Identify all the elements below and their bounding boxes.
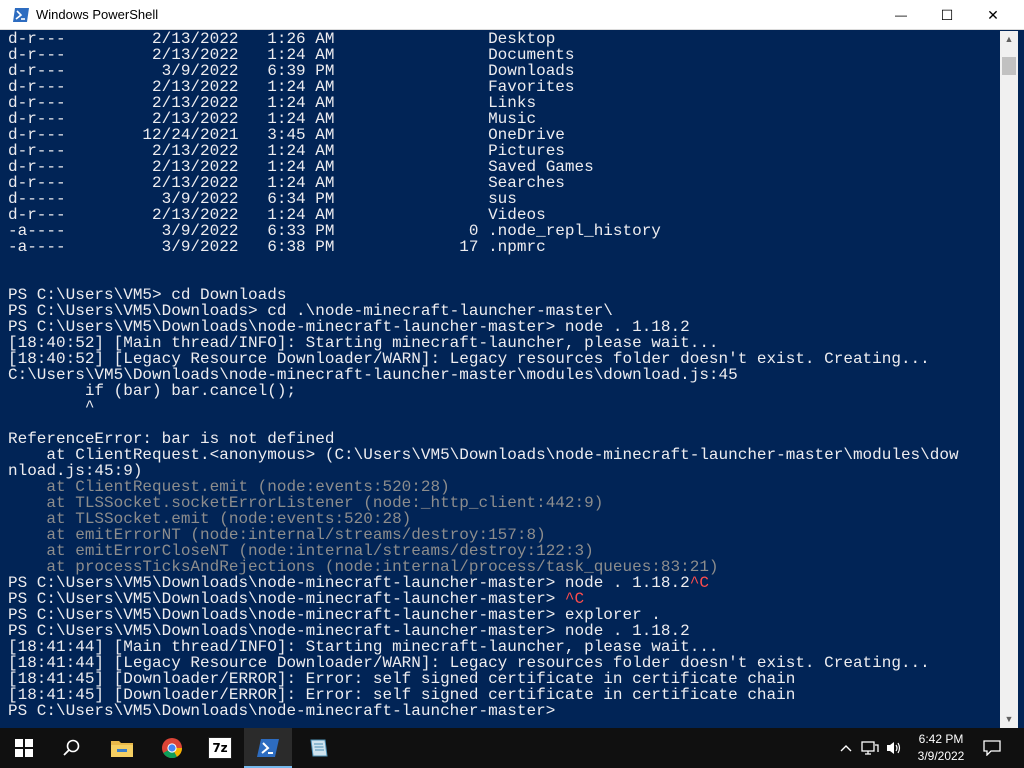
- minimize-icon: —: [895, 8, 907, 22]
- console-line: [18:40:52] [Legacy Resource Downloader/W…: [8, 351, 930, 367]
- title-bar[interactable]: Windows PowerShell — ☐ ✕: [0, 0, 1024, 30]
- console-line: d-r--- 2/13/2022 1:24 AM Saved Games: [8, 159, 594, 175]
- console-line: at ClientRequest.emit (node:events:520:2…: [8, 479, 449, 495]
- taskbar-7zip[interactable]: 7z: [196, 728, 244, 768]
- console-line: [18:41:45] [Downloader/ERROR]: Error: se…: [8, 671, 795, 687]
- console-line: d----- 3/9/2022 6:34 PM sus: [8, 191, 517, 207]
- console-output[interactable]: d-r--- 2/13/2022 1:26 AM Desktop d-r--- 2…: [0, 31, 1000, 728]
- powershell-icon: [13, 8, 29, 22]
- console-line: [18:41:44] [Legacy Resource Downloader/W…: [8, 655, 930, 671]
- console-line: d-r--- 2/13/2022 1:24 AM Documents: [8, 47, 575, 63]
- interrupt-marker: ^C: [689, 574, 709, 592]
- close-icon: ✕: [987, 6, 999, 23]
- scroll-down-arrow-icon[interactable]: ▼: [1000, 711, 1018, 727]
- console-line: PS C:\Users\VM5\Downloads\node-minecraft…: [8, 703, 555, 719]
- taskbar-file-explorer[interactable]: [98, 728, 146, 768]
- console-line: PS C:\Users\VM5\Downloads\node-minecraft…: [8, 319, 690, 335]
- console-line-text: ^: [8, 398, 95, 416]
- system-clock[interactable]: 6:42 PM 3/9/2022: [906, 731, 976, 765]
- clock-date: 3/9/2022: [917, 749, 965, 763]
- console-line: at TLSSocket.emit (node:events:520:28): [8, 511, 411, 527]
- console-line: PS C:\Users\VM5\Downloads\node-minecraft…: [8, 575, 709, 591]
- folder-icon: [111, 741, 133, 757]
- taskbar: 7z 6:42 PM 3/9/2022: [0, 728, 1024, 768]
- notepad-icon: [310, 739, 328, 757]
- taskbar-chrome[interactable]: [148, 728, 196, 768]
- console-line: d-r--- 3/9/2022 6:39 PM Downloads: [8, 63, 575, 79]
- window-title: Windows PowerShell: [36, 7, 159, 22]
- maximize-icon: ☐: [940, 6, 954, 23]
- clock-time: 6:42 PM: [918, 732, 964, 746]
- start-button[interactable]: [0, 728, 48, 768]
- console-line: -a---- 3/9/2022 6:38 PM 17 .npmrc: [8, 239, 546, 255]
- powershell-icon: [257, 739, 279, 757]
- scroll-up-arrow-icon[interactable]: ▲: [1000, 31, 1018, 47]
- console-line: [18:41:45] [Downloader/ERROR]: Error: se…: [8, 687, 795, 703]
- search-icon: [63, 739, 80, 756]
- console-line: d-r--- 2/13/2022 1:24 AM Pictures: [8, 143, 565, 159]
- console-line: [18:41:44] [Main thread/INFO]: Starting …: [8, 639, 719, 655]
- console-line: d-r--- 2/13/2022 1:24 AM Favorites: [8, 79, 575, 95]
- console-line: d-r--- 2/13/2022 1:24 AM Searches: [8, 175, 565, 191]
- console-line: PS C:\Users\VM5\Downloads\node-minecraft…: [8, 623, 690, 639]
- taskbar-powershell[interactable]: [244, 728, 292, 768]
- console-line: PS C:\Users\VM5\Downloads\node-minecraft…: [8, 607, 661, 623]
- console-line: d-r--- 2/13/2022 1:24 AM Links: [8, 95, 536, 111]
- console-line: at emitErrorCloseNT (node:internal/strea…: [8, 543, 593, 559]
- chevron-up-icon[interactable]: [836, 738, 856, 758]
- console-line: -a---- 3/9/2022 6:33 PM 0 .node_repl_his…: [8, 223, 661, 239]
- scroll-thumb[interactable]: [1002, 57, 1016, 75]
- notifications-icon[interactable]: [982, 738, 1002, 758]
- minimize-button[interactable]: —: [878, 0, 924, 30]
- console-line: C:\Users\VM5\Downloads\node-minecraft-la…: [8, 367, 738, 383]
- taskbar-notepad[interactable]: [294, 728, 342, 768]
- powershell-window: Windows PowerShell — ☐ ✕ d-r--- 2/13/202…: [0, 0, 1024, 728]
- network-icon[interactable]: [860, 738, 880, 758]
- volume-icon[interactable]: [884, 738, 904, 758]
- console-line: PS C:\Users\VM5> cd Downloads: [8, 287, 286, 303]
- console-line: if (bar) bar.cancel();: [8, 383, 296, 399]
- vertical-scrollbar[interactable]: ▲ ▼: [1000, 31, 1018, 728]
- console-line: d-r--- 2/13/2022 1:24 AM Videos: [8, 207, 546, 223]
- windows-logo-icon: [15, 739, 33, 757]
- console-line: nload.js:45:9): [8, 463, 142, 479]
- console-line: [18:40:52] [Main thread/INFO]: Starting …: [8, 335, 719, 351]
- console-line: at processTicksAndRejections (node:inter…: [8, 559, 718, 575]
- 7zip-icon: 7z: [208, 737, 232, 759]
- console-line: ^: [8, 398, 95, 416]
- console-line-text: -a---- 3/9/2022 6:38 PM 17 .npmrc: [8, 238, 546, 256]
- console-line: at ClientRequest.<anonymous> (C:\Users\V…: [8, 446, 959, 464]
- console-line: d-r--- 2/13/2022 1:26 AM Desktop: [8, 31, 555, 47]
- console-line: PS C:\Users\VM5\Downloads\node-minecraft…: [8, 591, 584, 607]
- chrome-icon: [162, 738, 183, 759]
- 7zip-label: 7z: [212, 741, 228, 755]
- console-line: at TLSSocket.socketErrorListener (node:_…: [8, 495, 603, 511]
- console-line: at emitErrorNT (node:internal/streams/de…: [8, 527, 545, 543]
- maximize-button[interactable]: ☐: [924, 0, 970, 30]
- console-line-text: at ClientRequest.<anonymous> (C:\Users\V…: [8, 446, 959, 464]
- taskbar-search-button[interactable]: [48, 728, 96, 768]
- console-line: ReferenceError: bar is not defined: [8, 431, 334, 447]
- console-line: d-r--- 12/24/2021 3:45 AM OneDrive: [8, 127, 565, 143]
- close-button[interactable]: ✕: [970, 0, 1016, 30]
- console-line: PS C:\Users\VM5\Downloads> cd .\node-min…: [8, 303, 613, 319]
- console-line-text: PS C:\Users\VM5\Downloads\node-minecraft…: [8, 702, 556, 720]
- console-line: d-r--- 2/13/2022 1:24 AM Music: [8, 111, 536, 127]
